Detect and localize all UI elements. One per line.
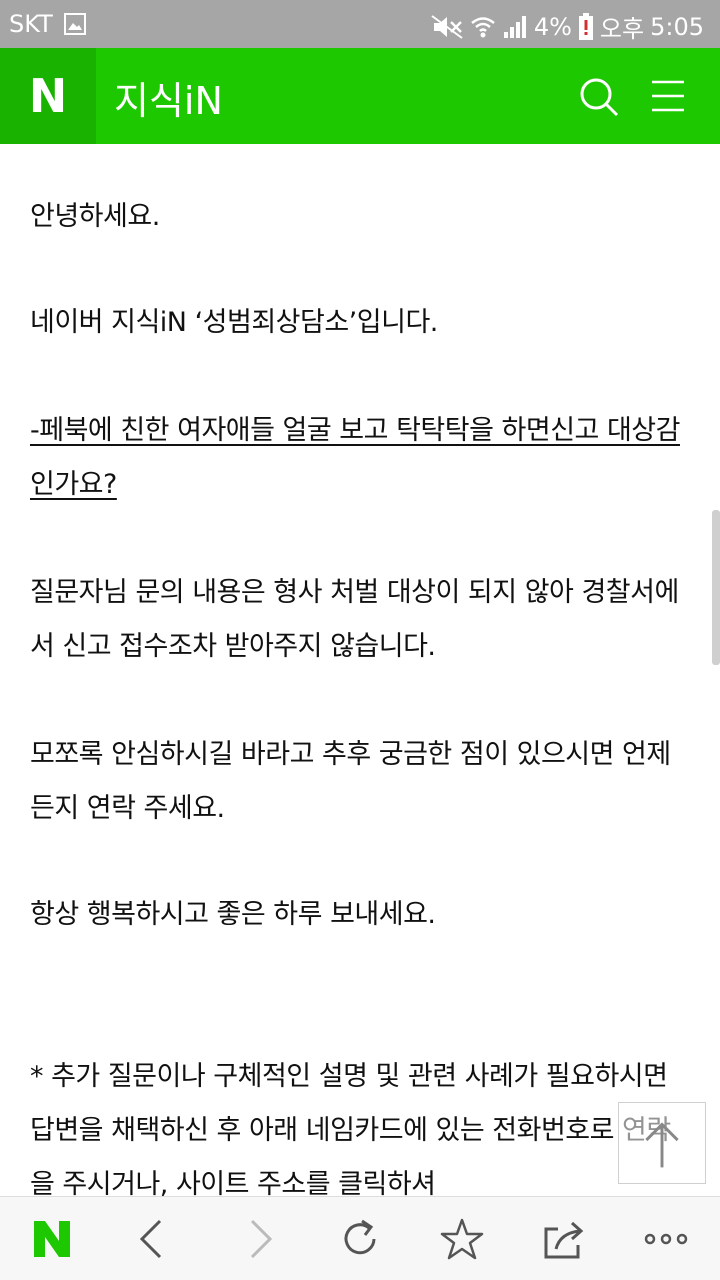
scrollbar[interactable] <box>712 510 720 665</box>
greeting-text: 안녕하세요. <box>30 201 160 232</box>
star-icon[interactable] <box>440 1217 484 1261</box>
time-clock: 5:05 <box>650 12 704 41</box>
naver-logo-letter: N <box>28 69 68 123</box>
gallery-icon <box>64 13 86 35</box>
app-header: N 지식iN <box>0 48 720 144</box>
scroll-to-top-button[interactable] <box>618 1102 706 1184</box>
intro-text: 네이버 지식iN ‘성범죄상담소’입니다. <box>30 307 438 338</box>
naver-home-icon[interactable] <box>30 1217 74 1261</box>
answer-content[interactable]: 안녕하세요. 네이버 지식iN ‘성범죄상담소’입니다. -페북에 친한 여자애… <box>0 144 720 1196</box>
more-icon[interactable] <box>644 1217 688 1261</box>
search-icon[interactable] <box>578 76 620 118</box>
hamburger-menu-icon[interactable] <box>650 78 686 114</box>
signal-icon <box>503 15 526 38</box>
question-quote-link[interactable]: -페북에 친한 여자애들 얼굴 보고 탁탁탁을 하면신고 대상감인가요? <box>30 404 690 512</box>
wifi-icon <box>471 16 495 37</box>
bottom-toolbar <box>0 1196 720 1280</box>
answer-text: 질문자님 문의 내용은 형사 처벌 대상이 되지 않아 경찰서에서 신고 접수조… <box>30 577 679 662</box>
refresh-icon[interactable] <box>338 1217 382 1261</box>
status-right: 4% 오후 5:05 <box>430 9 704 44</box>
forward-arrow-icon[interactable] <box>238 1217 282 1261</box>
share-icon[interactable] <box>542 1217 586 1261</box>
battery-low-icon <box>578 12 593 40</box>
reassurance-text: 모쪼록 안심하시길 바라고 추후 궁금한 점이 있으시면 언제든지 연락 주세요… <box>30 739 671 824</box>
time-ampm: 오후 <box>599 15 645 43</box>
closing-text: 항상 행복하시고 좋은 하루 보내세요. <box>30 899 436 930</box>
battery-percent: 4% <box>533 12 572 41</box>
additional-note-text: * 추가 질문이나 구체적인 설명 및 관련 사례가 필요하시면 답변을 채택하… <box>30 1061 671 1196</box>
page-title[interactable]: 지식iN <box>114 70 223 125</box>
back-arrow-icon[interactable] <box>130 1217 174 1261</box>
status-bar: SKT 4% 오후 5:05 <box>0 0 720 48</box>
naver-logo[interactable]: N <box>0 48 96 144</box>
carrier-label: SKT <box>9 10 53 38</box>
mute-icon <box>431 14 463 39</box>
